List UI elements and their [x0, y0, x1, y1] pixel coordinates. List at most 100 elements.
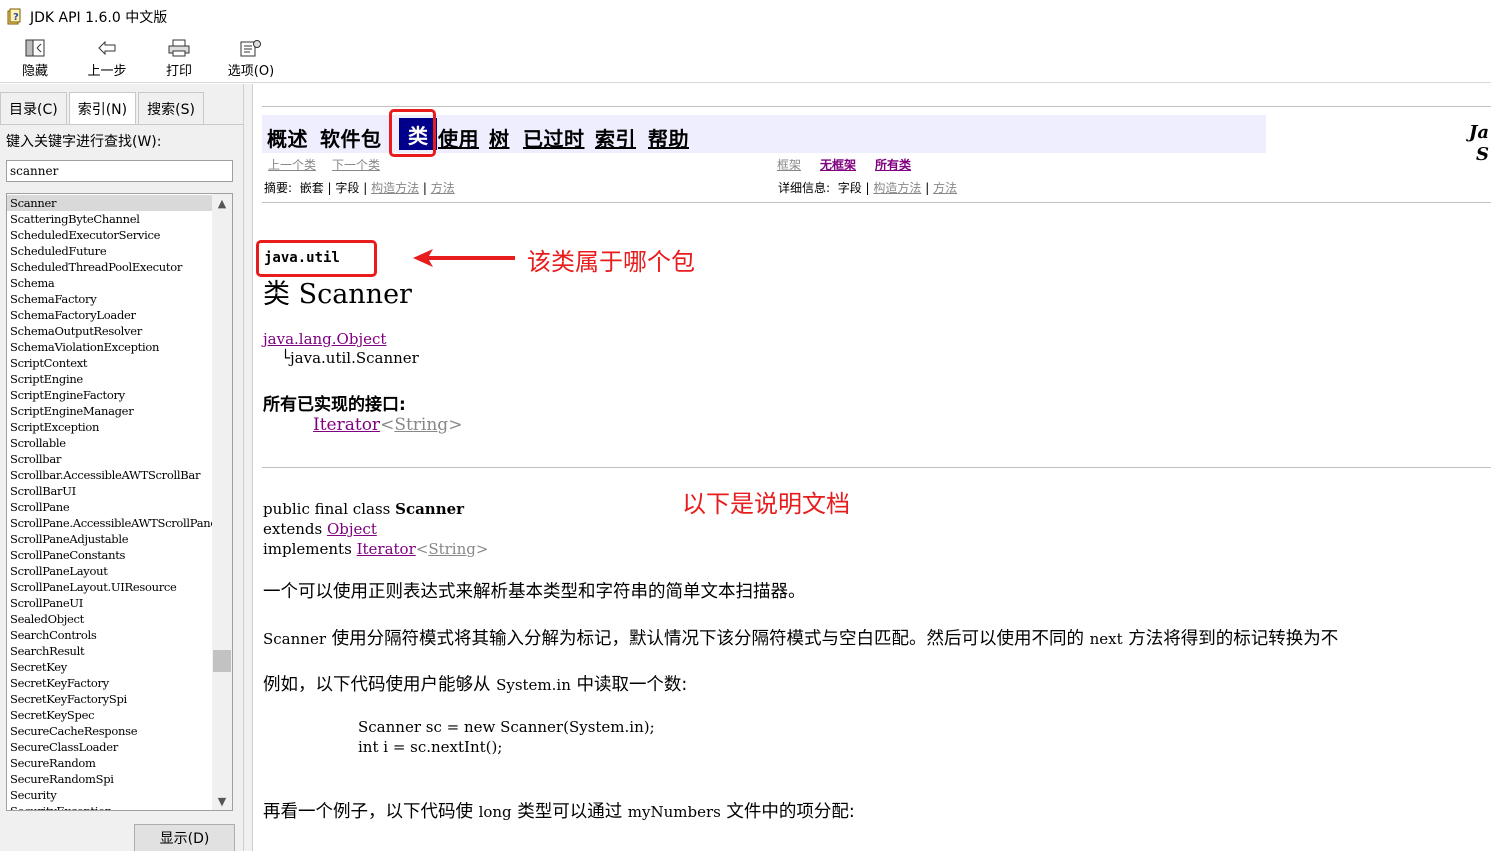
interfaces-list: Iterator<String> — [313, 415, 463, 435]
index-list-item[interactable]: ScriptEngineManager — [7, 403, 212, 419]
index-listbox[interactable]: Scanner ScatteringByteChannel ScheduledExe… — [6, 193, 233, 811]
index-list-item[interactable]: ScrollPaneAdjustable — [7, 531, 212, 547]
tab-index[interactable]: 索引(N) — [68, 92, 137, 124]
doc-edge-title-2: S — [1476, 144, 1489, 165]
iface-iterator-link[interactable]: Iterator — [313, 415, 380, 435]
hierarchy-parent-link[interactable]: java.lang.Object — [263, 330, 386, 348]
index-list-item[interactable]: Scrollbar.AccessibleAWTScrollBar — [7, 467, 212, 483]
decl-iterator-link[interactable]: Iterator — [357, 540, 416, 558]
index-list-item[interactable]: ScriptEngine — [7, 371, 212, 387]
index-list-item[interactable]: Scrollable — [7, 435, 212, 451]
nav-deprecated[interactable]: 已过时 — [523, 123, 585, 152]
para3-text-1: 例如，以下代码使用户能够从 — [263, 675, 497, 695]
index-list: Scanner ScatteringByteChannel ScheduledExe… — [7, 195, 212, 810]
class-rule — [262, 467, 1491, 468]
class-highlight-box — [389, 109, 436, 157]
hide-button[interactable]: 隐藏 — [10, 33, 60, 83]
index-list-item[interactable]: ScriptEngineFactory — [7, 387, 212, 403]
index-list-item[interactable]: Scanner — [7, 195, 212, 211]
para4-text-3: 文件中的项分配: — [720, 802, 855, 822]
index-list-item[interactable]: SecurityException — [7, 803, 212, 810]
tab-contents[interactable]: 目录(C) — [0, 92, 67, 124]
index-list-item[interactable]: ScriptContext — [7, 355, 212, 371]
index-list-item[interactable]: ScheduledFuture — [7, 243, 212, 259]
index-scrollbar[interactable]: ▲ ▼ — [212, 194, 232, 810]
index-list-item[interactable]: SchemaFactory — [7, 291, 212, 307]
index-list-item[interactable]: ScheduledThreadPoolExecutor — [7, 259, 212, 275]
all-classes-link[interactable]: 所有类 — [875, 156, 911, 173]
next-class-link[interactable]: 下一个类 — [332, 156, 380, 173]
nav-help[interactable]: 帮助 — [648, 123, 689, 152]
back-button[interactable]: 上一步 — [82, 33, 132, 83]
index-list-item[interactable]: ScrollPane.AccessibleAWTScrollPane — [7, 515, 212, 531]
para2-code-scanner: Scanner — [263, 630, 326, 648]
index-list-item[interactable]: ScrollPane — [7, 499, 212, 515]
frames-link[interactable]: 框架 — [777, 156, 801, 173]
summary-method-link[interactable]: 方法 — [431, 181, 455, 195]
nav-tree[interactable]: 树 — [489, 123, 510, 152]
top-rule — [262, 106, 1491, 107]
index-list-item[interactable]: SchemaOutputResolver — [7, 323, 212, 339]
index-list-item[interactable]: ScrollPaneConstants — [7, 547, 212, 563]
index-list-item[interactable]: ScrollBarUI — [7, 483, 212, 499]
scroll-up-icon[interactable]: ▲ — [212, 194, 232, 212]
keyword-input[interactable] — [6, 160, 233, 182]
index-list-item[interactable]: SearchControls — [7, 627, 212, 643]
index-list-item[interactable]: SecureCacheResponse — [7, 723, 212, 739]
no-frames-link[interactable]: 无框架 — [820, 156, 856, 173]
nav-overview[interactable]: 概述 — [267, 123, 308, 152]
pane-splitter[interactable] — [244, 84, 253, 851]
index-list-item[interactable]: ScrollPaneLayout — [7, 563, 212, 579]
summary-field: 字段 — [335, 181, 360, 195]
interfaces-heading: 所有已实现的接口: — [263, 395, 406, 415]
decl-string-link[interactable]: String — [428, 540, 476, 558]
print-button[interactable]: 打印 — [154, 33, 204, 83]
scroll-down-icon[interactable]: ▼ — [212, 792, 232, 810]
index-list-item[interactable]: Security — [7, 787, 212, 803]
index-list-item[interactable]: ScatteringByteChannel — [7, 211, 212, 227]
para4-text-2: 类型可以通过 — [511, 802, 628, 822]
summary-row: 摘要: 嵌套 | 字段 | 构造方法 | 方法 — [264, 181, 455, 195]
index-list-item[interactable]: SchemaFactoryLoader — [7, 307, 212, 323]
index-list-item[interactable]: ScriptException — [7, 419, 212, 435]
printer-icon — [168, 39, 190, 56]
index-list-item[interactable]: Schema — [7, 275, 212, 291]
code-line-2: int i = sc.nextInt(); — [358, 738, 503, 756]
nav-bottom-rule — [262, 202, 1491, 203]
index-list-item[interactable]: ScheduledExecutorService — [7, 227, 212, 243]
index-list-item[interactable]: SecretKeyFactory — [7, 675, 212, 691]
index-list-item[interactable]: ScrollPaneLayout.UIResource — [7, 579, 212, 595]
index-list-item[interactable]: SecureClassLoader — [7, 739, 212, 755]
show-button[interactable]: 显示(D) — [134, 824, 235, 851]
prev-class-link[interactable]: 上一个类 — [268, 156, 316, 173]
para4-text-1: 再看一个例子，以下代码使 — [263, 802, 479, 822]
index-list-item[interactable]: SecureRandomSpi — [7, 771, 212, 787]
nav-index[interactable]: 索引 — [595, 123, 636, 152]
decl-object-link[interactable]: Object — [327, 520, 377, 538]
para4-code-mynumbers: myNumbers — [627, 803, 721, 821]
detail-ctor-link[interactable]: 构造方法 — [873, 181, 921, 195]
tab-search[interactable]: 搜索(S) — [138, 92, 204, 124]
index-list-item[interactable]: SecretKeyFactorySpi — [7, 691, 212, 707]
index-list-item[interactable]: SealedObject — [7, 611, 212, 627]
index-list-item[interactable]: ScrollPaneUI — [7, 595, 212, 611]
hide-label: 隐藏 — [21, 63, 48, 79]
index-list-item[interactable]: SchemaViolationException — [7, 339, 212, 355]
index-list-item[interactable]: SearchResult — [7, 643, 212, 659]
detail-method-link[interactable]: 方法 — [933, 181, 957, 195]
index-list-item[interactable]: SecureRandom — [7, 755, 212, 771]
summary-ctor-link[interactable]: 构造方法 — [371, 181, 419, 195]
index-list-item[interactable]: SecretKeySpec — [7, 707, 212, 723]
nav-use[interactable]: 使用 — [438, 123, 479, 152]
hierarchy-child: └java.util.Scanner — [281, 349, 419, 367]
back-label: 上一步 — [87, 63, 127, 79]
nav-package[interactable]: 软件包 — [320, 123, 382, 152]
index-list-item[interactable]: Scrollbar — [7, 451, 212, 467]
iface-string-link[interactable]: String — [394, 415, 448, 435]
help-book-icon: ? — [7, 8, 21, 24]
decl-class-name: Scanner — [395, 500, 465, 518]
options-button[interactable]: 选项(O) — [226, 33, 276, 83]
scroll-thumb[interactable] — [213, 650, 231, 672]
index-list-item[interactable]: SecretKey — [7, 659, 212, 675]
print-label: 打印 — [165, 63, 192, 79]
